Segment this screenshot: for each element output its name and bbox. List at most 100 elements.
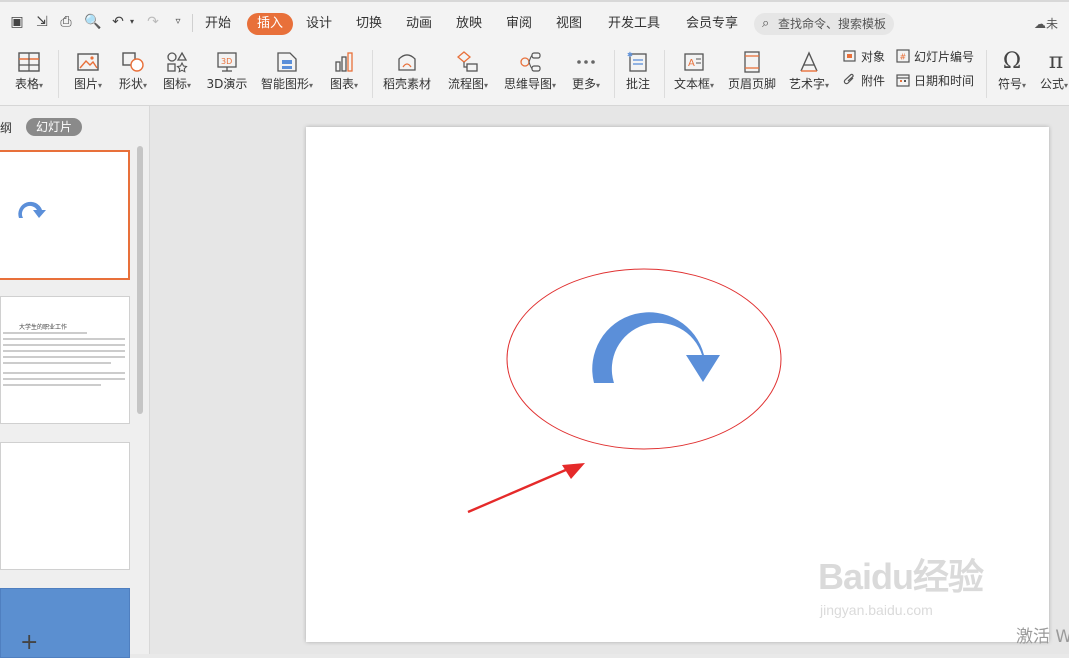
icon-button[interactable]: 图标▾ (156, 44, 198, 104)
flowchart-icon (456, 51, 478, 72)
slide-number-icon: # (896, 49, 910, 63)
textbox-button[interactable]: A 文本框▾ (668, 44, 720, 104)
tab-design[interactable]: 设计 (302, 13, 336, 35)
dropdown-icon: ▾ (1022, 81, 1027, 90)
picture-button[interactable]: 图片▾ (66, 44, 110, 104)
mindmap-icon (520, 52, 541, 72)
dropdown-icon: ▾ (710, 81, 715, 90)
3d-demo-button[interactable]: 3D 3D演示 (204, 44, 250, 104)
svg-text:3D: 3D (221, 57, 232, 66)
dropdown-icon: ▾ (484, 81, 489, 90)
picture-label: 图片 (73, 77, 98, 91)
mindmap-label: 思维导图 (503, 77, 552, 91)
formula-button[interactable]: π 公式▾ (1036, 44, 1069, 104)
outline-tab[interactable]: 纲 (0, 119, 12, 136)
slide-thumbnail-1[interactable] (0, 150, 130, 280)
tab-review[interactable]: 审阅 (502, 13, 536, 35)
symbol-button[interactable]: Ω 符号▾ (992, 44, 1032, 104)
calendar-icon (896, 74, 910, 87)
export-icon[interactable]: ⇲ (34, 14, 50, 30)
divider (614, 50, 615, 98)
slides-tab[interactable]: 幻灯片 (26, 118, 83, 136)
pi-icon: π (1048, 49, 1064, 74)
slide-thumbnail-3[interactable] (0, 442, 130, 570)
print-preview-icon[interactable]: 🔍 (84, 14, 101, 30)
add-slide-button[interactable]: + (20, 632, 38, 654)
command-search-box[interactable]: ⌕ 查找命令、搜索模板 (754, 13, 894, 35)
smartart-label: 智能图形 (260, 77, 309, 91)
dropdown-icon: ▾ (39, 81, 44, 90)
shape-label: 形状 (118, 77, 143, 91)
shape-button[interactable]: 形状▾ (112, 44, 154, 104)
object-icon (843, 50, 856, 62)
comment-icon: ✱ (627, 51, 647, 72)
comment-button[interactable]: ✱ 批注 (620, 44, 656, 104)
dropdown-icon: ▾ (825, 81, 830, 90)
tab-slideshow[interactable]: 放映 (452, 13, 486, 35)
more-label: 更多 (571, 77, 596, 91)
divider (372, 50, 373, 98)
curved-arrow-thumbnail (18, 201, 46, 218)
attachment-button[interactable]: 附件 (843, 72, 885, 90)
divider (58, 50, 59, 98)
cloud-icon: ☁ (1034, 17, 1046, 31)
search-placeholder: 查找命令、搜索模板 (778, 17, 887, 31)
tab-member[interactable]: 会员专享 (682, 13, 742, 35)
watermark-url: jingyan.baidu.com (820, 602, 933, 618)
svg-text:#: # (900, 53, 907, 62)
search-icon: ⌕ (762, 16, 770, 31)
slide-thumbnail-panel: 纲 幻灯片 大学生的职业工作 + (0, 106, 150, 658)
attachment-icon (843, 73, 854, 85)
slide-thumbnail-2[interactable]: 大学生的职业工作 (0, 296, 130, 424)
red-pointer-arrow (467, 463, 585, 514)
insert-ribbon: 表格▾ 图片▾ 形状▾ 图标▾ 3D 3D演示 智能图形▾ 图表▾ 稻壳素材 流… (0, 44, 1069, 106)
chart-button[interactable]: 图表▾ (322, 44, 366, 104)
icon-label: 图标 (162, 77, 187, 91)
chart-label: 图表 (329, 77, 354, 91)
textbox-icon: A (684, 53, 704, 71)
3d-icon: 3D (217, 52, 237, 72)
dropdown-icon: ▾ (1064, 81, 1069, 90)
dropdown-icon: ▾ (596, 81, 601, 90)
wordart-button[interactable]: 艺术字▾ (784, 44, 834, 104)
more-button[interactable]: 更多▾ (566, 44, 606, 104)
table-button[interactable]: 表格▾ (8, 44, 50, 104)
tab-insert[interactable]: 插入 (247, 13, 294, 35)
save-icon[interactable]: ▣ (9, 14, 25, 30)
object-button[interactable]: 对象 (843, 48, 885, 66)
tab-home[interactable]: 开始 (201, 13, 235, 35)
print-icon[interactable]: ⎙ (58, 14, 74, 30)
tab-animation[interactable]: 动画 (402, 13, 436, 35)
symbol-label: 符号 (997, 77, 1022, 91)
smartart-icon (277, 52, 297, 72)
formula-label: 公式 (1040, 77, 1065, 91)
tab-developer[interactable]: 开发工具 (604, 13, 664, 35)
material-icon (398, 54, 416, 71)
docer-material-button[interactable]: 稻壳素材 (378, 44, 436, 104)
smartart-button[interactable]: 智能图形▾ (256, 44, 318, 104)
flowchart-label: 流程图 (447, 77, 484, 91)
more-icon (577, 60, 595, 64)
customize-dropdown-icon[interactable]: ▿ (170, 14, 186, 30)
curved-arrow-shape[interactable] (592, 312, 720, 383)
thumbnail-title: 大学生的职业工作 (19, 324, 68, 331)
highlight-ellipse (506, 268, 782, 450)
dropdown-icon: ▾ (354, 81, 359, 90)
dropdown-icon: ▾ (309, 81, 314, 90)
dropdown-icon: ▾ (552, 81, 557, 90)
cloud-sync-status[interactable]: ☁未 (1034, 15, 1058, 32)
flowchart-button[interactable]: 流程图▾ (442, 44, 494, 104)
mindmap-button[interactable]: 思维导图▾ (498, 44, 562, 104)
dropdown-icon: ▾ (187, 81, 192, 90)
omega-icon: Ω (1002, 49, 1022, 74)
date-time-button[interactable]: 日期和时间 (896, 72, 974, 90)
header-footer-button[interactable]: 页眉页脚 (724, 44, 780, 104)
thumbnail-scrollbar[interactable] (137, 146, 143, 414)
undo-dropdown-icon[interactable]: ▾ (124, 14, 140, 30)
table-icon (18, 52, 40, 72)
redo-icon[interactable]: ↷ (145, 14, 161, 30)
tab-transitions[interactable]: 切换 (352, 13, 386, 35)
tab-view[interactable]: 视图 (552, 13, 586, 35)
slide-number-button[interactable]: # 幻灯片编号 (896, 48, 974, 66)
header-footer-icon (744, 51, 760, 73)
